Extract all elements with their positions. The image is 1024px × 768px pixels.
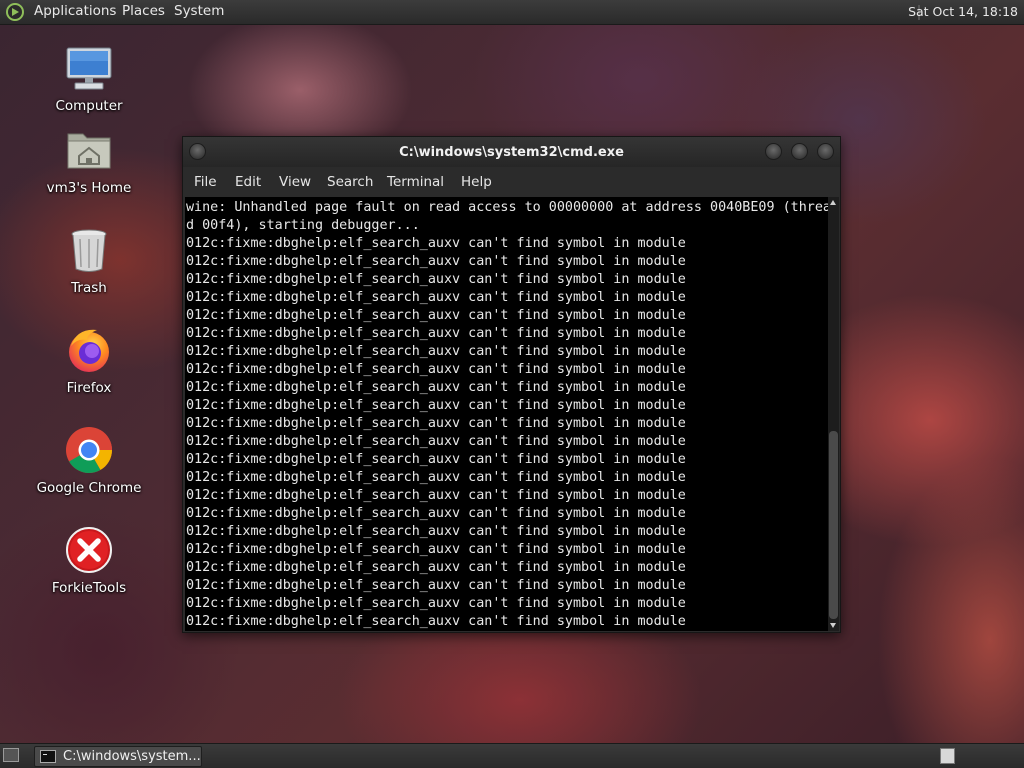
menu-places[interactable]: Places xyxy=(122,3,165,19)
terminal-output[interactable]: wine: Unhandled page fault on read acces… xyxy=(185,197,828,631)
terminal-line: 012c:fixme:dbghelp:elf_search_auxv can't… xyxy=(186,236,686,251)
terminal-line: 012c:fixme:dbghelp:elf_search_auxv can't… xyxy=(186,308,686,323)
terminal-scrollbar[interactable] xyxy=(828,197,839,631)
computer-icon xyxy=(65,44,113,92)
maximize-button[interactable] xyxy=(791,143,808,160)
top-panel: Applications Places System Sat Oct 14, 1… xyxy=(0,0,1024,25)
terminal-window: C:\windows\system32\cmd.exe File Edit Vi… xyxy=(182,136,841,633)
terminal-line: 012c:fixme:dbghelp:elf_search_auxv can't… xyxy=(186,362,686,377)
terminal-line: 012c:fixme:dbghelp:elf_search_auxv can't… xyxy=(186,578,686,593)
terminal-line: 012c:fixme:dbghelp:elf_search_auxv can't… xyxy=(186,452,686,467)
bottom-panel: C:\windows\system... xyxy=(0,743,1024,768)
terminal-line: 012c:fixme:dbghelp:elf_search_auxv can't… xyxy=(186,614,686,629)
home-folder-icon xyxy=(65,126,113,174)
desktop-icon-label: Computer xyxy=(55,98,123,114)
terminal-line: wine: Unhandled page fault on read acces… xyxy=(186,200,828,215)
gnome-foot-icon[interactable] xyxy=(6,3,24,21)
desktop-icon-firefox[interactable]: Firefox xyxy=(29,326,149,396)
menu-system[interactable]: System xyxy=(174,3,224,19)
desktop-icon-label: ForkieTools xyxy=(51,580,127,596)
terminal-line: 012c:fixme:dbghelp:elf_search_auxv can't… xyxy=(186,416,686,431)
close-button[interactable] xyxy=(817,143,834,160)
desktop-icon-label: Firefox xyxy=(66,380,112,396)
terminal-line: 012c:fixme:dbghelp:elf_search_auxv can't… xyxy=(186,596,686,611)
scroll-up-arrow-icon[interactable] xyxy=(830,200,836,205)
desktop-icon-forkietools[interactable]: ForkieTools xyxy=(29,526,149,596)
clock[interactable]: Sat Oct 14, 18:18 xyxy=(908,4,1018,19)
scrollbar-thumb[interactable] xyxy=(829,431,838,619)
desktop-icon-chrome[interactable]: Google Chrome xyxy=(29,426,149,496)
menu-edit[interactable]: Edit xyxy=(235,174,261,190)
desktop-icon-label: Google Chrome xyxy=(36,480,142,496)
terminal-line: 012c:fixme:dbghelp:elf_search_auxv can't… xyxy=(186,344,686,359)
window-menu-icon[interactable] xyxy=(189,143,206,160)
minimize-button[interactable] xyxy=(765,143,782,160)
taskbar-item-label: C:\windows\system... xyxy=(63,749,201,764)
terminal-line: 012c:fixme:dbghelp:elf_search_auxv can't… xyxy=(186,272,686,287)
terminal-line: 012c:fixme:dbghelp:elf_search_auxv can't… xyxy=(186,542,686,557)
scroll-down-arrow-icon[interactable] xyxy=(830,623,836,628)
window-titlebar[interactable]: C:\windows\system32\cmd.exe xyxy=(183,137,840,167)
menu-view[interactable]: View xyxy=(279,174,311,190)
show-desktop-icon[interactable] xyxy=(3,748,19,762)
terminal-line: 012c:fixme:dbghelp:elf_search_auxv can't… xyxy=(186,398,686,413)
terminal-line: 012c:fixme:dbghelp:elf_search_auxv can't… xyxy=(186,380,686,395)
chrome-icon xyxy=(65,426,113,474)
trash-icon xyxy=(65,226,113,274)
desktop-icon-home[interactable]: vm3's Home xyxy=(29,126,149,196)
taskbar-item-cmd[interactable]: C:\windows\system... xyxy=(34,746,202,767)
terminal-line: 012c:fixme:dbghelp:elf_search_auxv can't… xyxy=(186,560,686,575)
terminal-line: 012c:fixme:dbghelp:elf_search_auxv can't… xyxy=(186,524,686,539)
desktop-icon-computer[interactable]: Computer xyxy=(29,44,149,114)
menu-terminal[interactable]: Terminal xyxy=(387,174,444,190)
window-title: C:\windows\system32\cmd.exe xyxy=(399,145,624,160)
desktop-icon-trash[interactable]: Trash xyxy=(29,226,149,296)
terminal-line: 012c:fixme:dbghelp:elf_search_auxv can't… xyxy=(186,434,686,449)
terminal-line: 012c:fixme:dbghelp:elf_search_auxv can't… xyxy=(186,470,686,485)
desktop-icon-label: vm3's Home xyxy=(46,180,132,196)
terminal-line: 012c:fixme:dbghelp:elf_search_auxv can't… xyxy=(186,290,686,305)
menu-search[interactable]: Search xyxy=(327,174,373,190)
forkietools-icon xyxy=(65,526,113,574)
terminal-line: 012c:fixme:dbghelp:elf_search_auxv can't… xyxy=(186,488,686,503)
workspace-switcher[interactable] xyxy=(940,748,955,764)
terminal-line: 012c:fixme:dbghelp:elf_search_auxv can't… xyxy=(186,326,686,341)
menu-file[interactable]: File xyxy=(194,174,217,190)
terminal-line: 012c:fixme:dbghelp:elf_search_auxv can't… xyxy=(186,254,686,269)
menubar: File Edit View Search Terminal Help xyxy=(183,169,840,195)
desktop-icon-label: Trash xyxy=(71,280,107,296)
terminal-icon xyxy=(40,750,56,763)
menu-help[interactable]: Help xyxy=(461,174,492,190)
terminal-line: 012c:fixme:dbghelp:elf_search_auxv can't… xyxy=(186,506,686,521)
terminal-line: d 00f4), starting debugger... xyxy=(186,218,420,233)
menu-applications[interactable]: Applications xyxy=(34,3,116,19)
firefox-icon xyxy=(65,326,113,374)
